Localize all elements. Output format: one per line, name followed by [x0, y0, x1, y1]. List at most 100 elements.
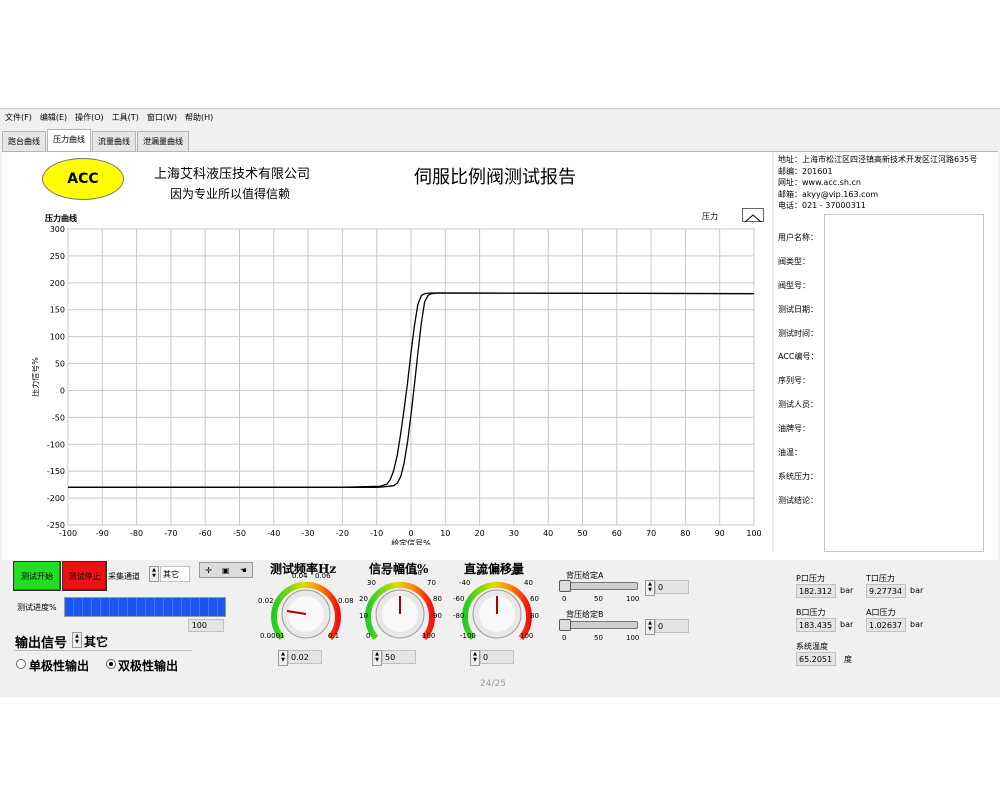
menu-bar: 文件(F) 编辑(E) 操作(O) 工具(T) 窗口(W) 帮助(H)	[0, 109, 1000, 125]
freq-tick-0001: 0.0001	[260, 632, 285, 640]
tab-pressure-curve[interactable]: 压力曲线	[47, 129, 91, 151]
back-pressure-a-handle[interactable]	[559, 580, 571, 592]
back-pressure-a-value: 0	[658, 582, 664, 592]
frequency-input[interactable]: 0.02	[288, 650, 322, 664]
amp-tick-0: 0	[366, 632, 371, 640]
x-tick-label: -30	[302, 529, 315, 538]
t-port-unit: bar	[910, 586, 924, 595]
progress-value-text: 100	[191, 621, 207, 630]
legend-line-icon	[744, 214, 762, 223]
back-pressure-b-spinner[interactable]: ▲ ▼	[645, 619, 655, 635]
menu-operate[interactable]: 操作(O)	[72, 112, 107, 123]
bipolar-radio-dot	[109, 662, 113, 666]
menu-window[interactable]: 窗口(W)	[144, 112, 180, 123]
bipolar-label: 双极性输出	[118, 659, 179, 673]
report-notes-box[interactable]	[824, 214, 984, 552]
frequency-knob[interactable]	[256, 574, 356, 658]
legend-swatch[interactable]	[742, 208, 764, 223]
contact-postcode: 邮编：201601	[778, 166, 833, 176]
control-panel: 测试开始 测试停止 采集通道 ▲ ▼ 其它 ✛ ▣ ☚ 测试进度% 100 输出信…	[2, 560, 998, 692]
back-pressure-a-input[interactable]: 0	[655, 580, 689, 594]
output-signal-spinner[interactable]: ▲ ▼	[72, 632, 82, 648]
tab-leakage-curve[interactable]: 泄漏量曲线	[137, 131, 189, 151]
bpb-tick-50: 50	[594, 634, 603, 642]
y-tick-label: 200	[50, 279, 65, 288]
field-valve-model: 阀型号：	[778, 280, 810, 290]
amp-tick-30: 30	[367, 579, 376, 587]
system-temp-label: 系统温度	[796, 642, 828, 651]
amplitude-spinner[interactable]: ▲ ▼	[372, 650, 382, 666]
start-test-button[interactable]: 测试开始	[13, 561, 61, 591]
status-bar	[0, 691, 1000, 697]
off-tick-20: 20	[510, 569, 519, 577]
page-indicator: 24/25	[480, 679, 506, 689]
output-signal-value[interactable]: 其它	[84, 633, 108, 650]
t-port-label: T口压力	[866, 574, 895, 583]
pressure-chart: -100 -90 -80 -70 -60 -50 -40 -30 -20 -10 0 10 20 30 40…	[32, 225, 762, 545]
tab-bench-curve[interactable]: 跑台曲线	[2, 131, 46, 151]
field-oil-grade: 油牌号：	[778, 424, 810, 434]
offset-value: 0	[483, 652, 489, 662]
b-port-label: B口压力	[796, 608, 826, 617]
a-port-value: 1.02637	[866, 618, 906, 632]
off-tick-60: 60	[530, 595, 539, 603]
off-tick-0: 0	[494, 565, 499, 573]
b-port-value-text: 183.435	[799, 620, 833, 630]
crosshair-icon[interactable]: ✛	[205, 566, 212, 575]
off-tick-40: 40	[524, 579, 533, 587]
off-tick-m20: -20	[474, 569, 486, 577]
amplitude-input[interactable]: 50	[382, 650, 416, 664]
menu-file[interactable]: 文件(F)	[2, 112, 35, 123]
field-oil-temp: 油温：	[778, 448, 802, 458]
x-tick-label: -80	[130, 529, 143, 538]
amp-tick-50: 50	[396, 565, 405, 573]
stop-test-button[interactable]: 测试停止	[62, 561, 107, 591]
menu-edit[interactable]: 编辑(E)	[37, 112, 70, 123]
contact-email: 邮箱：akyy@vip.163.com	[778, 189, 879, 199]
system-temp-unit: 度	[844, 655, 852, 664]
bipolar-radio[interactable]	[106, 659, 116, 669]
back-pressure-b-input[interactable]: 0	[655, 619, 689, 633]
back-pressure-b-handle[interactable]	[559, 619, 571, 631]
start-test-label: 测试开始	[21, 571, 53, 581]
pan-hand-icon[interactable]: ☚	[240, 566, 247, 575]
back-pressure-b-label: 背压给定B	[566, 610, 604, 619]
y-tick-label: -200	[47, 494, 65, 503]
p-port-value-text: 182.312	[799, 586, 833, 596]
amp-tick-60: 60	[413, 569, 422, 577]
report-page: ACC 上海艾科液压技术有限公司 因为专业所以值得信赖 伺服比例阀测试报告 地址…	[2, 151, 998, 692]
zoom-icon[interactable]: ▣	[222, 566, 230, 575]
offset-input[interactable]: 0	[480, 650, 514, 664]
system-temp-value: 65.2051	[796, 652, 836, 666]
x-tick-label: 40	[543, 529, 553, 538]
tab-flow-curve[interactable]: 流量曲线	[92, 131, 136, 151]
contact-address: 地址：上海市松江区四泾镇高新技术开发区江河路635号	[778, 155, 978, 164]
legend-label: 压力	[702, 212, 718, 221]
y-tick-label: -50	[52, 413, 65, 422]
channel-spinner[interactable]: ▲ ▼	[149, 566, 159, 582]
bpb-tick-100: 100	[626, 634, 640, 642]
x-tick-label: -10	[370, 529, 383, 538]
company-slogan: 因为专业所以值得信赖	[170, 187, 291, 201]
field-system-pressure: 系统压力：	[778, 471, 818, 481]
contact-phone: 电话：021 - 37000311	[778, 201, 866, 210]
off-tick-100: 100	[520, 632, 534, 640]
unipolar-radio[interactable]	[16, 659, 26, 669]
channel-select[interactable]: 其它	[160, 566, 190, 582]
field-test-date: 测试日期：	[778, 304, 818, 314]
menu-tools[interactable]: 工具(T)	[109, 112, 142, 123]
off-tick-80: 80	[530, 612, 539, 620]
off-tick-m100: -100	[460, 632, 476, 640]
y-tick-label: 300	[50, 225, 65, 234]
progress-fill	[65, 598, 225, 616]
back-pressure-a-slider[interactable]	[562, 582, 638, 590]
offset-spinner[interactable]: ▲ ▼	[470, 650, 480, 666]
stop-test-label: 测试停止	[68, 571, 101, 581]
a-port-unit: bar	[910, 620, 924, 629]
back-pressure-b-slider[interactable]	[562, 621, 638, 629]
menu-help[interactable]: 帮助(H)	[182, 112, 216, 123]
frequency-spinner[interactable]: ▲ ▼	[278, 650, 288, 666]
progress-label: 测试进度%	[17, 603, 57, 612]
progress-bar	[64, 597, 226, 617]
back-pressure-a-spinner[interactable]: ▲ ▼	[645, 580, 655, 596]
